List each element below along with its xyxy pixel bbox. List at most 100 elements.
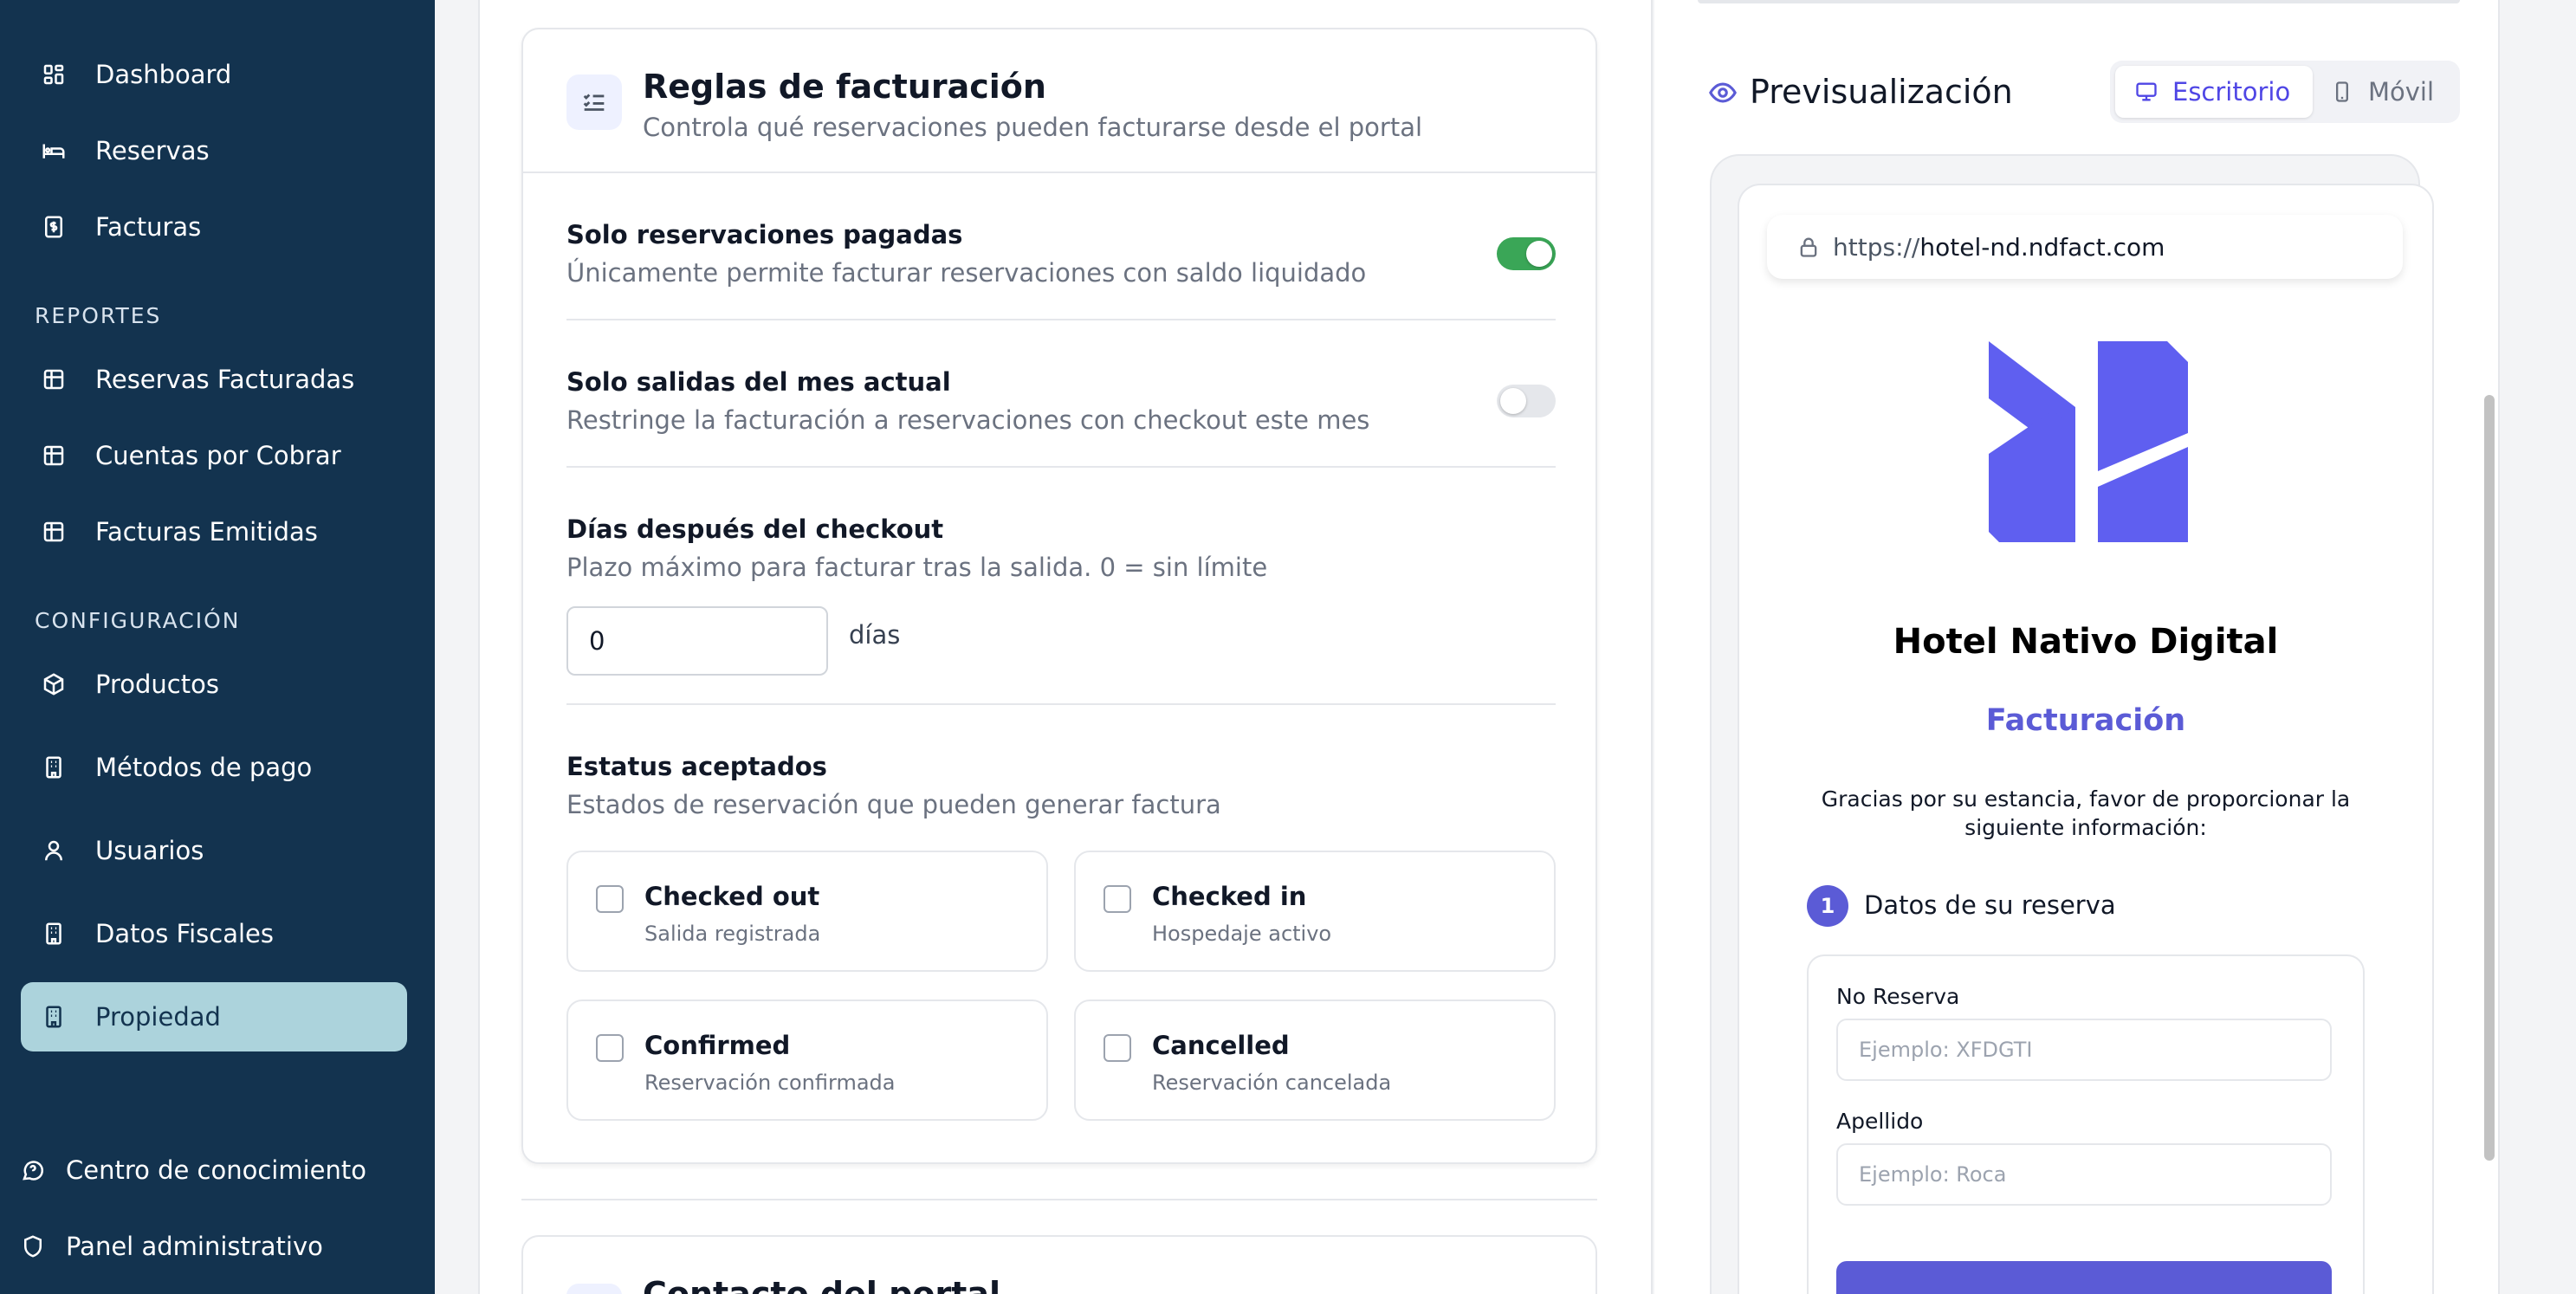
divider	[566, 319, 1556, 320]
table-icon	[38, 364, 69, 395]
preview-gutter	[2498, 0, 2576, 1294]
status-option-cancelled[interactable]: Cancelled Reservación cancelada	[1074, 1000, 1556, 1121]
contact-icon	[566, 1284, 622, 1294]
status-option-label: Checked out	[644, 882, 820, 911]
hotel-logo	[1989, 341, 2188, 542]
current-month-title: Solo salidas del mes actual	[566, 367, 951, 397]
preview-scrollbar[interactable]	[2484, 395, 2495, 1161]
sidebar-item-label: Centro de conocimiento	[66, 1155, 367, 1185]
status-option-sub: Salida registrada	[644, 922, 821, 946]
status-option-label: Cancelled	[1152, 1031, 1290, 1060]
status-option-sub: Reservación confirmada	[644, 1071, 896, 1095]
smartphone-icon	[2336, 81, 2348, 102]
status-option-checked-in[interactable]: Checked in Hospedaje activo	[1074, 851, 1556, 972]
days-after-title: Días después del checkout	[566, 514, 944, 544]
status-option-checked-out[interactable]: Checked out Salida registrada	[566, 851, 1048, 972]
reservation-number-label: No Reserva	[1836, 984, 1960, 1009]
config-heading: CONFIGURACIÓN	[35, 608, 241, 633]
sidebar-item-label: Reservas Facturadas	[95, 365, 355, 394]
status-option-sub: Hospedaje activo	[1152, 922, 1332, 946]
sidebar-item-label: Cuentas por Cobrar	[95, 441, 341, 470]
monitor-icon	[2136, 82, 2157, 101]
toggle-knob	[1526, 241, 1552, 267]
last-name-label: Apellido	[1836, 1109, 1924, 1134]
sidebar-item-panel-administrativo[interactable]: Panel administrativo	[0, 1216, 435, 1277]
section-divider	[521, 1199, 1597, 1200]
sidebar-item-datos-fiscales[interactable]: Datos Fiscales	[21, 899, 407, 968]
sidebar-item-propiedad[interactable]: Propiedad	[21, 982, 407, 1051]
status-checkbox[interactable]	[596, 1034, 624, 1062]
sidebar-item-centro-de-conocimiento[interactable]: Centro de conocimiento	[0, 1140, 435, 1200]
preview-title: Previsualización	[1750, 73, 2013, 111]
tab-escritorio[interactable]: Escritorio	[2115, 66, 2313, 118]
billing-rules-header: Reglas de facturación Controla qué reser…	[523, 29, 1595, 173]
package-icon	[38, 669, 69, 700]
table-icon	[38, 516, 69, 547]
sidebar-item-dashboard[interactable]: Dashboard	[21, 40, 407, 109]
days-after-input[interactable]	[566, 606, 828, 676]
days-unit-label: días	[849, 620, 901, 650]
last-name-input[interactable]	[1836, 1143, 2332, 1206]
statuses-title: Estatus aceptados	[566, 752, 827, 781]
lock-icon	[1796, 235, 1821, 259]
sidebar-item-productos[interactable]: Productos	[21, 650, 407, 719]
status-checkbox[interactable]	[1104, 885, 1131, 913]
sidebar-item-label: Datos Fiscales	[95, 919, 275, 948]
portal-contact-title: Contacto del portal	[643, 1275, 1000, 1294]
current-month-description: Restringe la facturación a reservaciones…	[566, 405, 1370, 435]
billing-rules-subtitle: Controla qué reservaciones pueden factur…	[643, 113, 1423, 142]
paid-only-title: Solo reservaciones pagadas	[566, 220, 963, 249]
sidebar-item-label: Usuarios	[95, 836, 204, 865]
divider	[566, 466, 1556, 468]
current-month-toggle[interactable]	[1497, 385, 1556, 417]
tab-movil[interactable]: Móvil	[2323, 66, 2453, 118]
sidebar-item-label: Facturas Emitidas	[95, 517, 318, 547]
sidebar-item-facturas[interactable]: Facturas	[21, 192, 407, 262]
sidebar-item-reservas-facturadas[interactable]: Reservas Facturadas	[21, 345, 407, 414]
divider	[566, 703, 1556, 705]
sidebar-item-label: Reservas	[95, 136, 210, 165]
sidebar-item-label: Facturas	[95, 212, 202, 242]
bed-icon	[38, 135, 69, 166]
sidebar-item-facturas-emitidas[interactable]: Facturas Emitidas	[21, 497, 407, 566]
step-number-badge: 1	[1807, 885, 1848, 927]
thanks-text: Gracias por su estancia, favor de propor…	[1821, 786, 2351, 840]
sidebar-item-label: Panel administrativo	[66, 1232, 323, 1261]
sidebar: Dashboard Reservas Facturas REPORTES Res…	[0, 0, 435, 1294]
step-label: Datos de su reserva	[1864, 890, 2116, 920]
building-icon	[38, 918, 69, 949]
status-option-confirmed[interactable]: Confirmed Reservación confirmada	[566, 1000, 1048, 1121]
reports-heading: REPORTES	[35, 303, 162, 328]
user-icon	[38, 835, 69, 866]
sidebar-item-metodos-de-pago[interactable]: Métodos de pago	[21, 733, 407, 802]
statuses-description: Estados de reservación que pueden genera…	[566, 790, 1221, 819]
checklist-icon	[566, 74, 622, 130]
sidebar-item-label: Dashboard	[95, 60, 232, 89]
dashboard-icon	[38, 59, 69, 90]
url-bar: https://hotel-nd.ndfact.com	[1767, 215, 2403, 279]
billing-rules-card: Reglas de facturación Controla qué reser…	[521, 28, 1597, 1164]
tab-label: Escritorio	[2172, 77, 2291, 107]
paid-only-description: Únicamente permite facturar reservacione…	[566, 258, 1367, 288]
sidebar-item-cuentas-por-cobrar[interactable]: Cuentas por Cobrar	[21, 421, 407, 490]
status-option-sub: Reservación cancelada	[1152, 1071, 1392, 1095]
building-icon	[38, 1001, 69, 1032]
hotel-name: Hotel Nativo Digital	[1893, 622, 2279, 662]
portal-contact-card: Contacto del portal	[521, 1235, 1597, 1294]
url-host: hotel-nd.ndfact.com	[1919, 232, 2165, 262]
sidebar-item-usuarios[interactable]: Usuarios	[21, 816, 407, 885]
status-option-label: Confirmed	[644, 1031, 791, 1060]
table-icon	[38, 440, 69, 471]
sidebar-item-reservas[interactable]: Reservas	[21, 116, 407, 185]
paid-only-toggle[interactable]	[1497, 237, 1556, 270]
url-protocol: https://	[1833, 232, 1920, 262]
days-after-description: Plazo máximo para facturar tras la salid…	[566, 553, 1268, 582]
status-option-label: Checked in	[1152, 882, 1307, 911]
sidebar-item-label: Propiedad	[95, 1002, 221, 1032]
reservation-number-input[interactable]	[1836, 1019, 2332, 1081]
tab-label: Móvil	[2368, 77, 2435, 107]
eye-icon	[1708, 78, 1738, 107]
status-checkbox[interactable]	[596, 885, 624, 913]
status-checkbox[interactable]	[1104, 1034, 1131, 1062]
submit-button[interactable]	[1836, 1261, 2332, 1294]
